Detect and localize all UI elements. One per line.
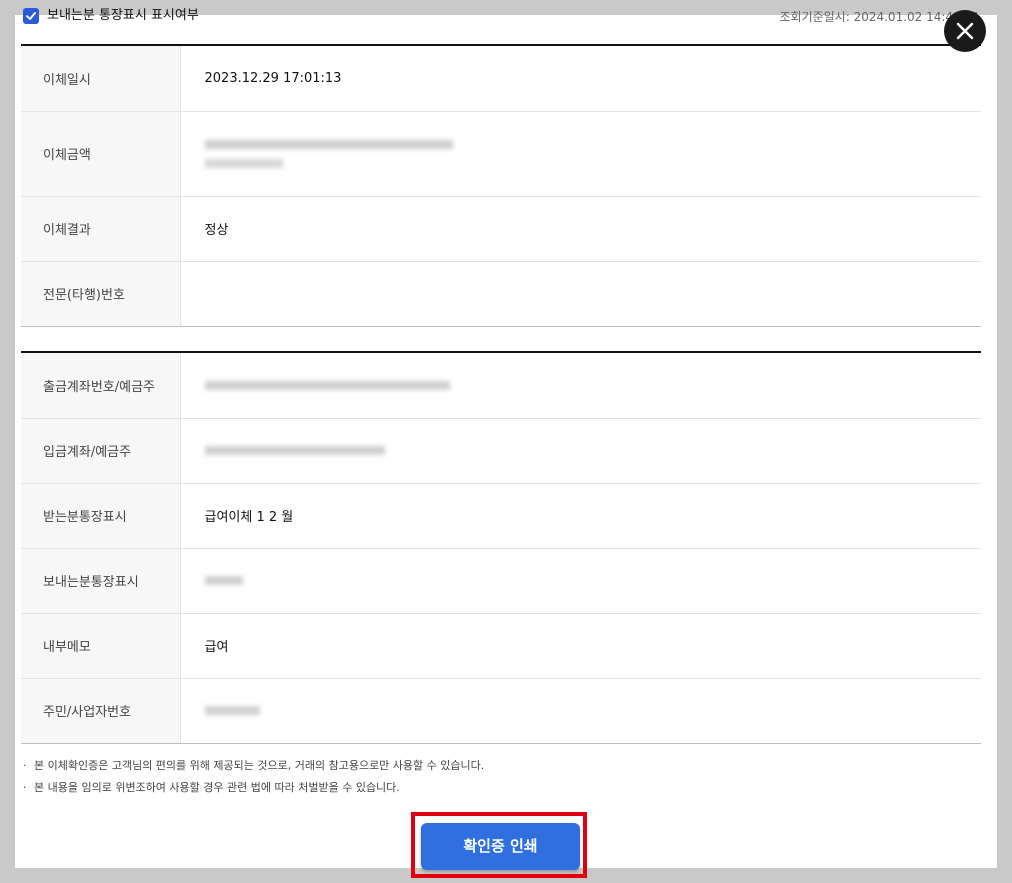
row-value-redacted bbox=[180, 418, 981, 484]
row-value: 정상 bbox=[180, 196, 981, 262]
row-value-redacted bbox=[180, 548, 981, 614]
note-item: 본 이체확인증은 고객님의 편의를 위해 제공되는 것으로, 거래의 참고용으로… bbox=[23, 755, 484, 777]
row-label: 내부메모 bbox=[21, 613, 181, 679]
table-row: 입금계좌/예금주 bbox=[21, 418, 981, 484]
table-row: 출금계좌번호/예금주 bbox=[21, 352, 981, 419]
row-value-redacted bbox=[180, 111, 981, 197]
close-button[interactable] bbox=[944, 10, 986, 52]
row-value: 2023.12.29 17:01:13 bbox=[180, 45, 981, 112]
row-value bbox=[180, 261, 981, 327]
row-value: 급여이체 1 2 월 bbox=[180, 483, 981, 549]
account-info-table: 출금계좌번호/예금주 입금계좌/예금주 받는분통장표시 급여이체 1 2 월 보… bbox=[21, 351, 981, 744]
table-row: 전문(타행)번호 bbox=[21, 261, 981, 327]
show-sender-passbook-checkbox[interactable] bbox=[23, 8, 39, 24]
disclaimer-notes: 본 이체확인증은 고객님의 편의를 위해 제공되는 것으로, 거래의 참고용으로… bbox=[23, 755, 484, 799]
note-item: 본 내용을 임의로 위변조하여 사용할 경우 관련 법에 따라 처벌받을 수 있… bbox=[23, 777, 484, 799]
table-row: 받는분통장표시 급여이체 1 2 월 bbox=[21, 483, 981, 549]
row-label: 전문(타행)번호 bbox=[21, 261, 181, 327]
table-row: 이체일시 2023.12.29 17:01:13 bbox=[21, 45, 981, 112]
table-row: 주민/사업자번호 bbox=[21, 678, 981, 744]
row-label: 이체일시 bbox=[21, 45, 181, 112]
table-row: 이체금액 bbox=[21, 111, 981, 197]
table-row: 보내는분통장표시 bbox=[21, 548, 981, 614]
row-label: 보내는분통장표시 bbox=[21, 548, 181, 614]
row-label: 출금계좌번호/예금주 bbox=[21, 352, 181, 419]
transfer-info-table: 이체일시 2023.12.29 17:01:13 이체금액 이체결과 정상 전문… bbox=[21, 44, 981, 327]
row-label: 이체결과 bbox=[21, 196, 181, 262]
row-value: 급여 bbox=[180, 613, 981, 679]
row-value-redacted bbox=[180, 352, 981, 419]
row-label: 이체금액 bbox=[21, 111, 181, 197]
row-value-redacted bbox=[180, 678, 981, 744]
row-label: 주민/사업자번호 bbox=[21, 678, 181, 744]
table-row: 내부메모 급여 bbox=[21, 613, 981, 679]
row-label: 받는분통장표시 bbox=[21, 483, 181, 549]
print-confirmation-button[interactable]: 확인증 인쇄 bbox=[421, 823, 580, 870]
checkmark-icon bbox=[26, 12, 36, 20]
modal-header: 보내는분 통장표시 표시여부 조회기준일시: 2024.01.02 14:48:… bbox=[15, 8, 997, 45]
checkbox-label: 보내는분 통장표시 표시여부 bbox=[47, 8, 199, 23]
row-label: 입금계좌/예금주 bbox=[21, 418, 181, 484]
table-row: 이체결과 정상 bbox=[21, 196, 981, 262]
close-icon bbox=[956, 22, 974, 40]
transfer-confirmation-modal: 보내는분 통장표시 표시여부 조회기준일시: 2024.01.02 14:48:… bbox=[15, 8, 997, 878]
